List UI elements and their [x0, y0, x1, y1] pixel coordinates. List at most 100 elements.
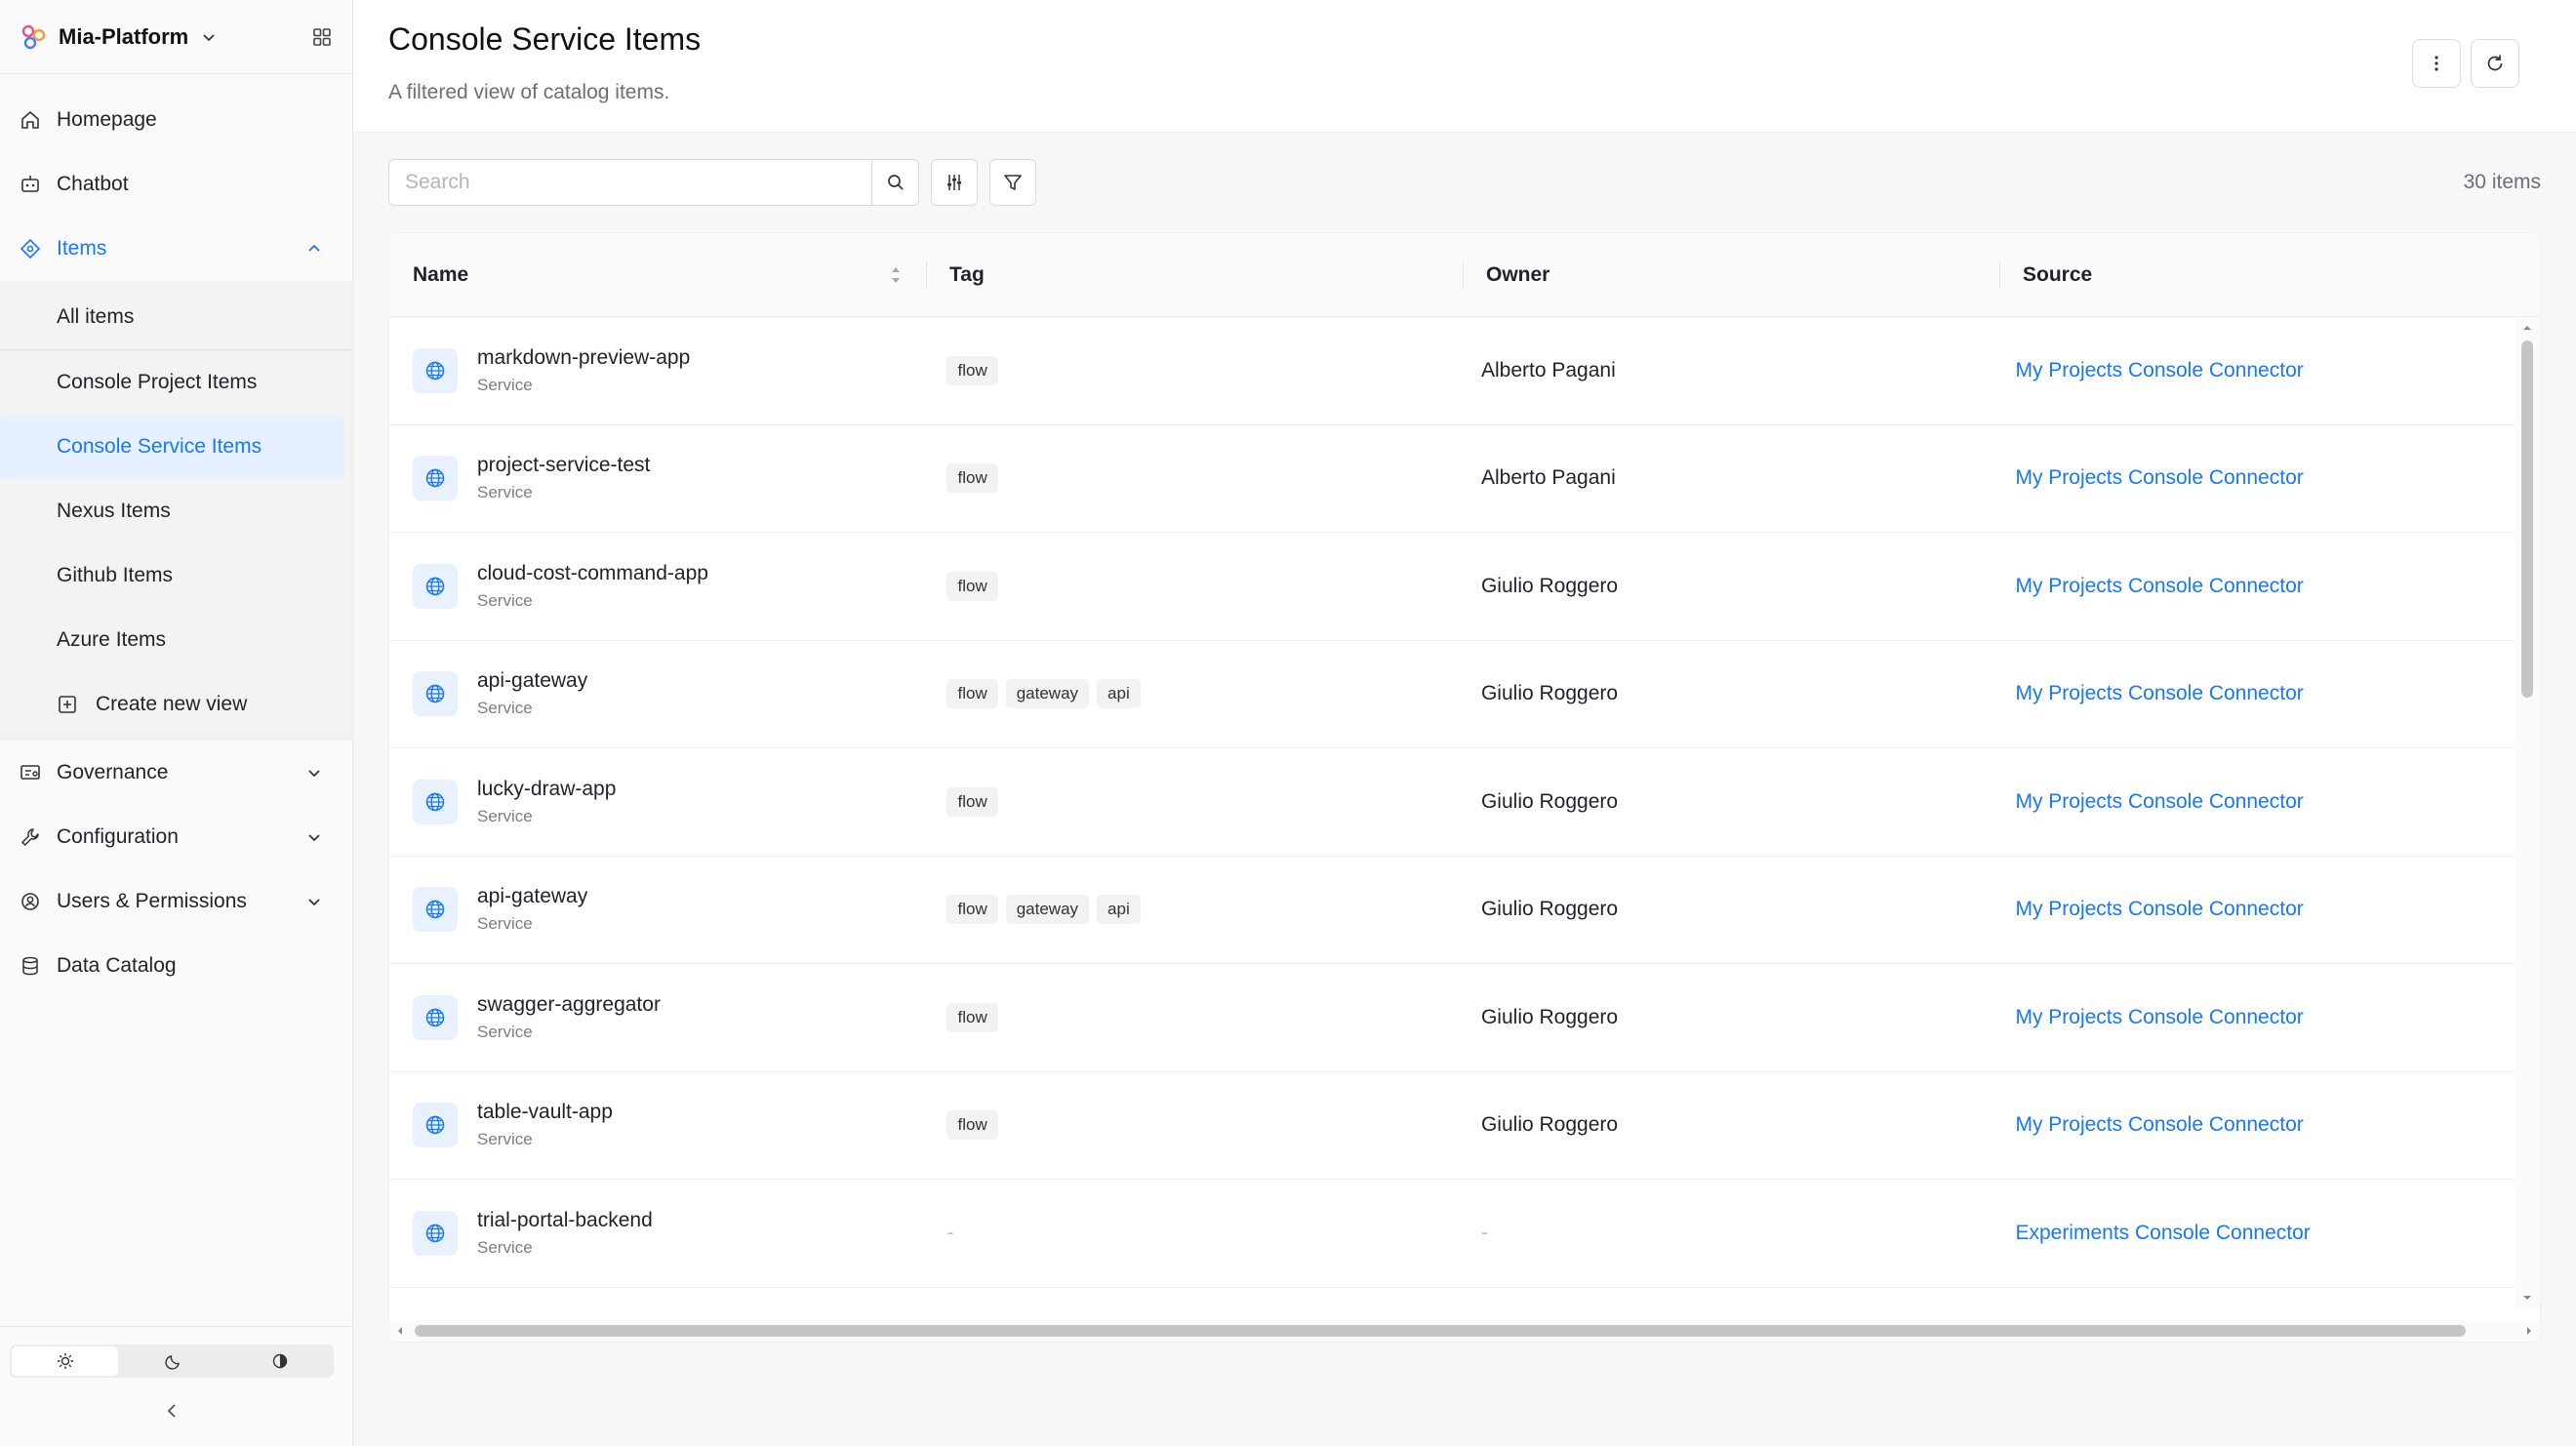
tag-cell: flow	[923, 355, 1457, 385]
sub-item-console-service-items[interactable]: Console Service Items	[0, 415, 344, 479]
service-icon	[413, 1210, 458, 1256]
catalog-content: 30 items Name Tag Owner Source markdown-…	[353, 133, 2576, 1446]
tag-chip: flow	[946, 355, 998, 385]
item-count: 30 items	[2463, 171, 2541, 193]
owner-name: Giulio Roggero	[1480, 682, 1619, 705]
table-row[interactable]: table-vault-app Service flow Giulio Roggero…	[389, 1072, 2516, 1180]
scrollbar-thumb[interactable]	[2521, 341, 2533, 698]
scroll-left-icon[interactable]	[393, 1324, 407, 1338]
sub-item-nexus-items[interactable]: Nexus Items	[0, 479, 344, 543]
chevron-down-icon[interactable]	[200, 28, 218, 46]
table-row[interactable]: trial-portal-frontendService--Experiment…	[389, 1288, 2516, 1313]
source-link[interactable]: Experiments Console Connector	[2015, 1222, 2310, 1245]
item-name[interactable]: markdown-preview-app	[477, 346, 690, 370]
source-link[interactable]: My Projects Console Connector	[2015, 790, 2303, 814]
scroll-right-icon[interactable]	[2522, 1324, 2536, 1338]
source-link[interactable]: My Projects Console Connector	[2015, 682, 2303, 705]
item-name[interactable]: lucky-draw-app	[477, 778, 616, 801]
sub-item-all-items[interactable]: All items	[0, 285, 344, 349]
user-shield-icon	[21, 893, 39, 910]
sub-item-azure-items[interactable]: Azure Items	[0, 608, 344, 672]
database-icon	[22, 956, 38, 976]
nav-configuration[interactable]: Configuration	[0, 805, 352, 869]
source-cell: My Projects Console Connector	[1992, 575, 2516, 598]
item-name[interactable]: trial-portal-backend	[477, 1209, 653, 1232]
source-link[interactable]: My Projects Console Connector	[2015, 898, 2303, 921]
name-cell: swagger-aggregator Service	[389, 993, 923, 1042]
owner-cell: Giulio Roggero	[1458, 790, 1992, 814]
name-block: cloud-cost-command-app Service	[477, 562, 708, 611]
source-link[interactable]: My Projects Console Connector	[2015, 575, 2303, 598]
scroll-up-icon[interactable]	[2520, 321, 2534, 335]
chevron-up-icon[interactable]	[305, 240, 323, 258]
column-header-label: Name	[413, 262, 469, 286]
theme-dark-button[interactable]	[120, 1345, 226, 1378]
tag-chip: gateway	[1005, 895, 1090, 925]
nav-data-catalog[interactable]: Data Catalog	[0, 934, 352, 998]
item-name[interactable]: table-vault-app	[477, 1101, 613, 1124]
create-new-view-button[interactable]: Create new view	[0, 672, 344, 737]
search-button[interactable]	[871, 160, 918, 205]
nav-items[interactable]: Items	[0, 217, 352, 281]
scroll-down-icon[interactable]	[2520, 1291, 2534, 1305]
chevron-down-icon[interactable]	[305, 893, 323, 910]
filter-button[interactable]	[989, 159, 1036, 206]
source-link[interactable]: My Projects Console Connector	[2015, 359, 2303, 382]
theme-light-button[interactable]	[12, 1346, 119, 1376]
source-link[interactable]: My Projects Console Connector	[2015, 466, 2303, 490]
item-kind: Service	[477, 483, 533, 502]
table-row[interactable]: api-gateway Service flow gateway api Giulio R…	[389, 857, 2516, 964]
create-new-view-label: Create new view	[96, 693, 248, 715]
table-row[interactable]: lucky-draw-app Service flow Giulio Roggero M…	[389, 748, 2516, 857]
column-header-name[interactable]: Name	[389, 233, 926, 316]
nav-governance-label: Governance	[57, 761, 169, 783]
wrench-icon	[21, 828, 39, 846]
globe-icon	[425, 1008, 445, 1026]
table-row[interactable]: trial-portal-backend Service - - Experiments…	[389, 1180, 2516, 1288]
horizontal-scrollbar[interactable]	[389, 1320, 2540, 1342]
sub-item-github-items[interactable]: Github Items	[0, 543, 344, 608]
collapse-sidebar-icon[interactable]	[162, 1401, 181, 1421]
refresh-button[interactable]	[2471, 39, 2519, 88]
globe-icon	[425, 685, 445, 703]
owner-name: Giulio Roggero	[1480, 574, 1619, 597]
apps-grid-icon[interactable]	[311, 26, 333, 48]
source-cell: My Projects Console Connector	[1992, 1006, 2516, 1029]
item-kind: Service	[477, 699, 533, 718]
item-name[interactable]: swagger-aggregator	[477, 993, 661, 1017]
scrollbar-thumb[interactable]	[415, 1325, 2466, 1337]
nav-chatbot[interactable]: Chatbot	[0, 152, 352, 217]
nav-users-permissions[interactable]: Users & Permissions	[0, 869, 352, 934]
item-kind: Service	[477, 914, 533, 934]
item-name[interactable]: cloud-cost-command-app	[477, 562, 708, 585]
column-settings-button[interactable]	[931, 159, 978, 206]
item-name[interactable]: project-service-test	[477, 454, 650, 477]
nav-homepage[interactable]: Homepage	[0, 88, 352, 152]
item-name[interactable]: api-gateway	[477, 669, 587, 693]
chevron-down-icon[interactable]	[305, 764, 323, 782]
item-name[interactable]: api-gateway	[477, 885, 587, 908]
service-icon	[413, 563, 458, 609]
search-input[interactable]	[389, 160, 871, 205]
theme-auto-button[interactable]	[227, 1345, 334, 1378]
source-cell: My Projects Console Connector	[1992, 466, 2516, 490]
table-row[interactable]: cloud-cost-command-app Service flow Giulio …	[389, 533, 2516, 641]
nav-homepage-label: Homepage	[57, 108, 157, 131]
table-row[interactable]: markdown-preview-app Service flow Alberto P…	[389, 317, 2516, 425]
nav-governance[interactable]: Governance	[0, 741, 352, 805]
vertical-scrollbar[interactable]	[2515, 317, 2540, 1308]
chevron-down-icon[interactable]	[305, 828, 323, 846]
source-link[interactable]: My Projects Console Connector	[2015, 1006, 2303, 1029]
sort-icon[interactable]	[889, 262, 903, 288]
source-cell: My Projects Console Connector	[1992, 898, 2516, 921]
name-cell: cloud-cost-command-app Service	[389, 562, 923, 611]
table-row[interactable]: project-service-test Service flow Alberto P…	[389, 425, 2516, 533]
more-options-button[interactable]	[2412, 39, 2461, 88]
tag-chip: flow	[946, 1002, 998, 1032]
tag-cell: flow gateway api	[923, 895, 1457, 925]
org-switcher[interactable]: Mia-Platform	[0, 0, 352, 74]
table-row[interactable]: swagger-aggregator Service flow Giulio Rogg…	[389, 964, 2516, 1072]
table-row[interactable]: api-gateway Service flow gateway api Giulio R…	[389, 641, 2516, 748]
source-link[interactable]: My Projects Console Connector	[2015, 1113, 2303, 1137]
sub-item-console-project-items[interactable]: Console Project Items	[0, 350, 344, 415]
